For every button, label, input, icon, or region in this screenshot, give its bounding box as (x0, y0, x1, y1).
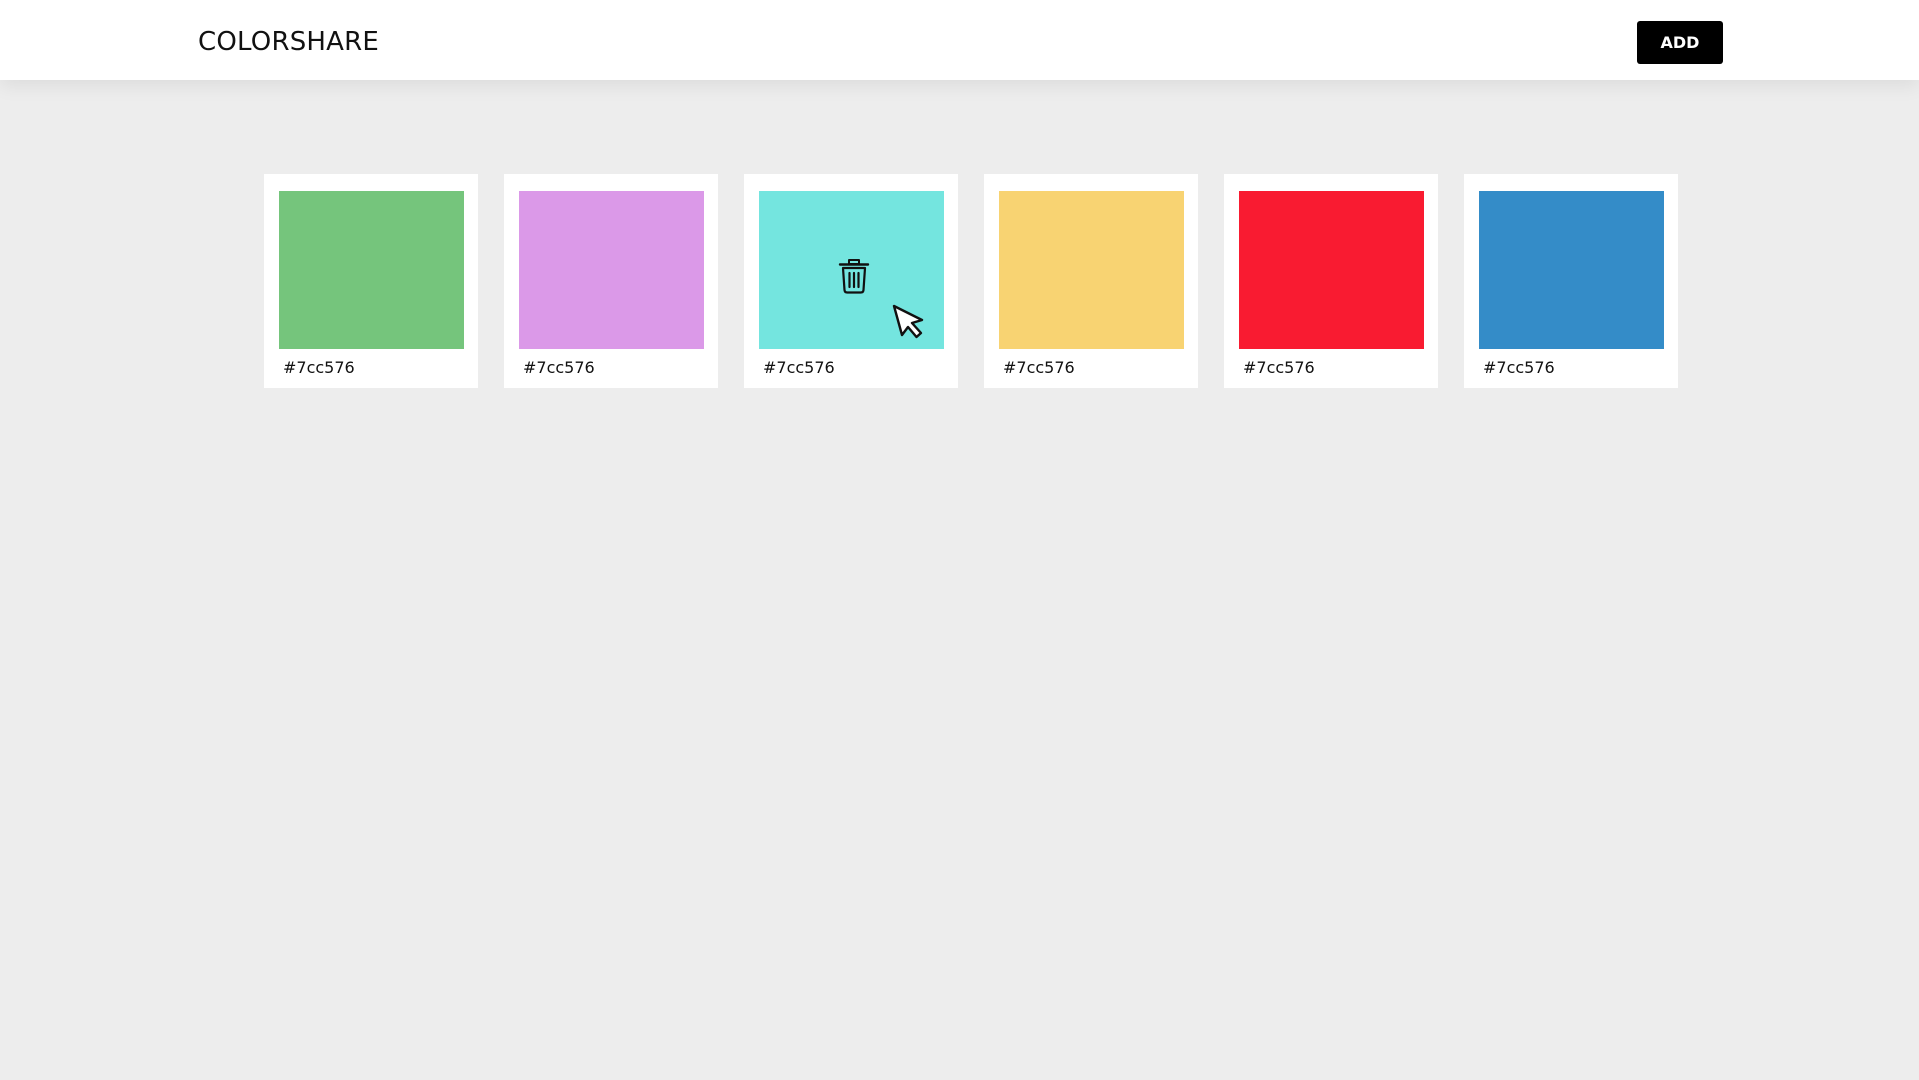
color-hex-label: #7cc576 (523, 358, 595, 377)
color-swatch[interactable] (759, 191, 944, 349)
add-color-button[interactable]: ADD (1637, 21, 1723, 64)
color-hex-label: #7cc576 (763, 358, 835, 377)
color-swatch[interactable] (1479, 191, 1664, 349)
color-card[interactable]: #7cc576 (984, 174, 1198, 388)
color-swatch[interactable] (519, 191, 704, 349)
color-card[interactable]: #7cc576 (1464, 174, 1678, 388)
trash-icon[interactable] (837, 257, 871, 295)
color-card-grid: #7cc576 #7cc576 #7cc576 #7cc576 #7cc576 … (264, 174, 1680, 388)
color-card[interactable]: #7cc576 (264, 174, 478, 388)
color-hex-label: #7cc576 (1003, 358, 1075, 377)
color-card[interactable]: #7cc576 (504, 174, 718, 388)
brand-logo-text[interactable]: COLORSHARE (198, 24, 379, 60)
color-swatch[interactable] (279, 191, 464, 349)
top-navbar: COLORSHARE ADD (0, 0, 1919, 80)
color-swatch[interactable] (999, 191, 1184, 349)
color-hex-label: #7cc576 (1243, 358, 1315, 377)
color-card[interactable]: #7cc576 (744, 174, 958, 388)
color-hex-label: #7cc576 (283, 358, 355, 377)
color-card[interactable]: #7cc576 (1224, 174, 1438, 388)
color-hex-label: #7cc576 (1483, 358, 1555, 377)
color-swatch[interactable] (1239, 191, 1424, 349)
